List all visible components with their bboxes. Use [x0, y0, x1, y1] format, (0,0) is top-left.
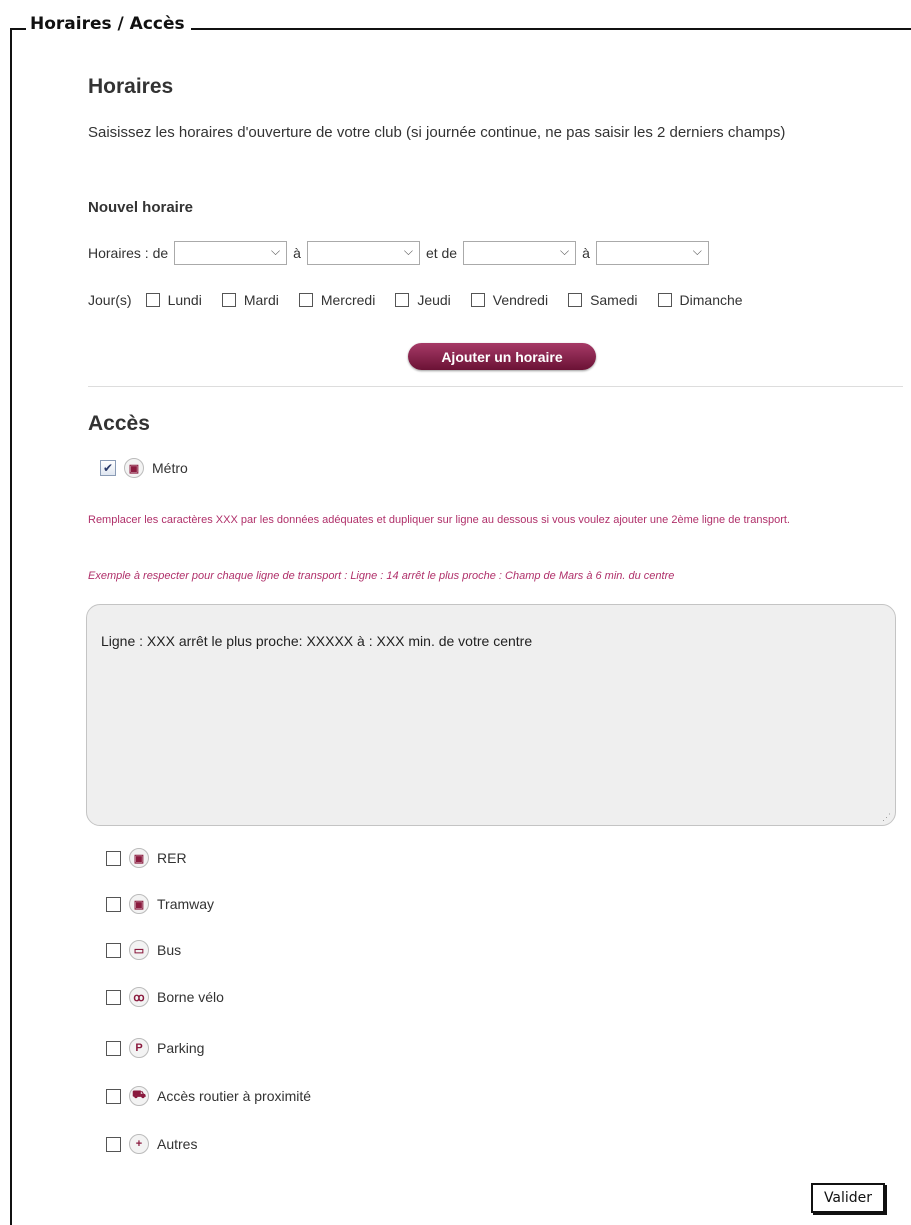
access-checkbox[interactable]	[106, 850, 121, 866]
day-label: Vendredi	[492, 292, 549, 308]
parking-icon: P	[129, 1038, 149, 1058]
access-item-bus[interactable]: ▭ Bus	[106, 940, 181, 960]
transport-textarea[interactable]: Ligne : XXX arrêt le plus proche: XXXXX …	[86, 604, 896, 826]
metro-checkbox[interactable]: ✔	[100, 460, 116, 476]
day-label: Mercredi	[320, 292, 376, 308]
metro-icon: ▣	[124, 458, 144, 478]
nouvel-horaire-heading: Nouvel horaire	[88, 199, 194, 216]
day-checkbox[interactable]	[568, 293, 583, 307]
day-label: Jeudi	[417, 292, 451, 308]
access-item-acces-routier[interactable]: ⛟ Accès routier à proximité	[106, 1086, 311, 1106]
access-item-label: Autres	[157, 1136, 198, 1152]
car-icon: ⛟	[129, 1086, 149, 1106]
access-item-borne-velo[interactable]: ꝏ Borne vélo	[106, 987, 224, 1007]
access-checkbox[interactable]	[106, 1136, 121, 1152]
tram-icon: ▣	[129, 894, 149, 914]
access-item-label: RER	[157, 850, 187, 866]
acces-title: Accès	[88, 412, 150, 435]
day-mardi[interactable]: Mardi	[221, 292, 279, 308]
day-samedi[interactable]: Samedi	[568, 292, 638, 308]
access-item-label: Bus	[157, 942, 182, 958]
day-lundi[interactable]: Lundi	[145, 292, 202, 308]
bike-icon: ꝏ	[129, 987, 149, 1007]
transport-textarea-value: Ligne : XXX arrêt le plus proche: XXXXX …	[101, 633, 533, 649]
chevron-down-icon: ⌵	[271, 244, 281, 258]
day-checkbox[interactable]	[221, 293, 236, 307]
day-jeudi[interactable]: Jeudi	[395, 292, 451, 308]
end-time-2-select[interactable]: ⌵	[595, 241, 709, 265]
day-mercredi[interactable]: Mercredi	[298, 292, 376, 308]
day-vendredi[interactable]: Vendredi	[470, 292, 549, 308]
train-icon: ▣	[129, 848, 149, 868]
et-de-label: et de	[425, 245, 458, 261]
chevron-down-icon: ⌵	[692, 244, 702, 258]
day-checkbox[interactable]	[145, 293, 160, 307]
chevron-down-icon: ⌵	[403, 244, 413, 258]
access-item-rer[interactable]: ▣ RER	[106, 848, 187, 868]
bus-icon: ▭	[129, 940, 149, 960]
access-item-parking[interactable]: P Parking	[106, 1038, 204, 1058]
day-checkbox[interactable]	[298, 293, 313, 307]
metro-label: Métro	[152, 460, 188, 476]
horaires-de-label: Horaires : de	[88, 245, 169, 261]
day-label: Dimanche	[679, 292, 743, 308]
day-label: Samedi	[590, 292, 638, 308]
day-checkbox[interactable]	[395, 293, 410, 307]
plus-icon: +	[129, 1134, 149, 1154]
end-time-1-select[interactable]: ⌵	[306, 241, 420, 265]
jours-row: Jour(s) Lundi Mardi Mercredi Jeudi Vendr…	[88, 292, 763, 308]
access-item-label: Borne vélo	[157, 989, 224, 1005]
section-divider	[88, 386, 903, 387]
access-checkbox[interactable]	[106, 1088, 121, 1104]
horaires-row: Horaires : de ⌵ à ⌵ et de ⌵ à ⌵	[88, 241, 709, 265]
instructions-note: Remplacer les caractères XXX par les don…	[88, 514, 790, 526]
resize-handle-icon[interactable]: ⋰	[882, 812, 891, 823]
start-time-1-select[interactable]: ⌵	[174, 241, 288, 265]
access-checkbox[interactable]	[106, 989, 121, 1005]
access-checkbox[interactable]	[106, 896, 121, 912]
horaires-intro: Saisissez les horaires d'ouverture de vo…	[88, 124, 786, 141]
access-checkbox[interactable]	[106, 1040, 121, 1056]
fieldset-border-left	[10, 28, 12, 1225]
day-label: Lundi	[167, 292, 202, 308]
example-note: Exemple à respecter pour chaque ligne de…	[88, 570, 675, 582]
access-item-label: Tramway	[157, 896, 215, 912]
chevron-down-icon: ⌵	[559, 244, 570, 258]
access-item-tramway[interactable]: ▣ Tramway	[106, 894, 214, 914]
jours-label: Jour(s)	[88, 292, 132, 308]
a-label-1: à	[293, 245, 301, 261]
day-dimanche[interactable]: Dimanche	[657, 292, 743, 308]
access-item-label: Parking	[157, 1040, 205, 1056]
access-item-autres[interactable]: + Autres	[106, 1134, 197, 1154]
day-checkbox[interactable]	[470, 293, 485, 307]
day-label: Mardi	[243, 292, 279, 308]
metro-option[interactable]: ✔ ▣ Métro	[100, 458, 188, 478]
horaires-title: Horaires	[88, 75, 174, 98]
valider-button[interactable]: Valider	[811, 1183, 885, 1213]
a-label-2: à	[582, 245, 590, 261]
access-checkbox[interactable]	[106, 942, 121, 958]
day-checkbox[interactable]	[657, 293, 672, 307]
add-horaire-button[interactable]: Ajouter un horaire	[408, 343, 596, 370]
fieldset-legend: Horaires / Accès	[26, 14, 191, 34]
start-time-2-select[interactable]: ⌵	[463, 241, 577, 265]
access-item-label: Accès routier à proximité	[157, 1088, 312, 1104]
